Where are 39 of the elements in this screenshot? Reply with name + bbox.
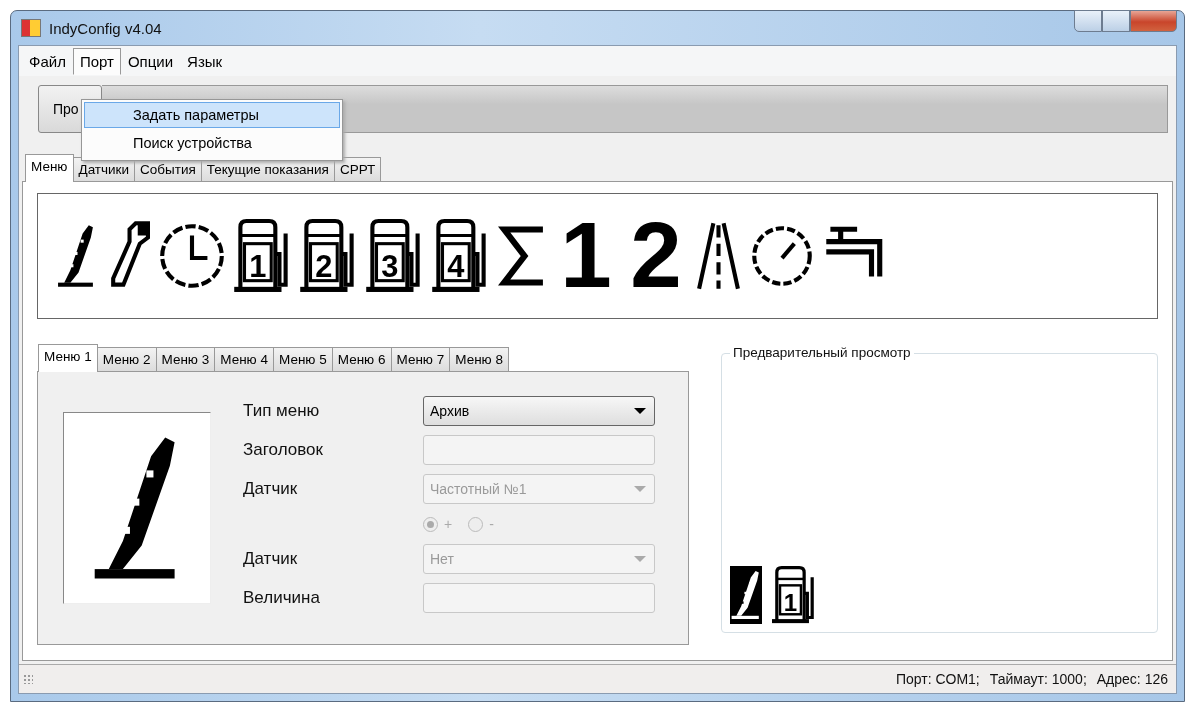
maximize-button[interactable] [1102,10,1130,32]
dropdown-arrow-icon [634,486,646,492]
digit-icon: 1 [555,219,617,293]
dropdown-field[interactable]: Архив [423,396,655,426]
tab[interactable]: Меню 1 [38,344,98,372]
menu-item[interactable]: Язык [180,47,230,75]
field-label: Тип меню [243,401,321,421]
tab[interactable]: Меню 4 [214,347,274,371]
field-label: Заголовок [243,440,324,460]
status-text: Порт: COM1; [895,671,980,687]
group-title: Предварительный просмотр [730,345,914,360]
resize-grip-icon[interactable] [23,674,33,684]
app-icon [21,19,41,37]
dropdown-arrow-icon [634,556,646,562]
menu-item[interactable]: Опции [120,47,181,75]
status-text: Адрес: 126 [1096,671,1168,687]
menu-entry[interactable]: Задать параметры [84,102,340,128]
menu-item[interactable]: Файл [22,47,73,75]
status-text: Таймаут: 1000; [989,671,1087,687]
menu-entry[interactable]: Поиск устройства [84,130,340,156]
tab[interactable]: Меню 6 [331,347,392,371]
tab[interactable]: Меню [25,154,74,182]
window-title: IndyConfig v4.04 [49,19,163,37]
tab[interactable]: Меню 7 [390,347,451,371]
tab[interactable]: Меню 8 [449,347,509,371]
radio-label: - [489,516,494,532]
close-button[interactable] [1130,10,1177,32]
menu-item[interactable]: Порт [72,47,121,75]
radio-label: + [444,516,453,532]
digit-icon: 2 [625,219,687,293]
field-label: Датчик [243,549,299,569]
tab[interactable]: Меню 5 [273,347,333,371]
dropdown-arrow-icon [634,408,646,414]
minimize-button[interactable] [1074,10,1102,32]
tab[interactable]: СРРТ [333,157,382,181]
tab[interactable]: Меню 3 [155,347,216,371]
tab[interactable]: Меню 2 [96,347,157,371]
field-label: Датчик [243,479,299,499]
field-label: Величина [243,588,321,608]
